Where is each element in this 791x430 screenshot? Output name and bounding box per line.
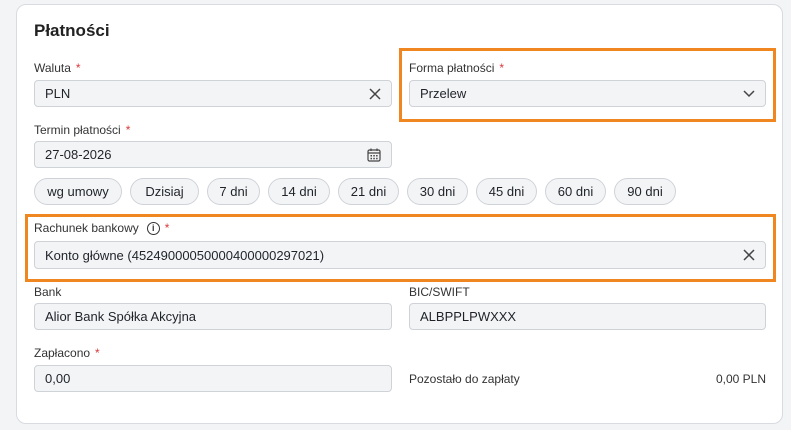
bic-label-text: BIC/SWIFT xyxy=(409,285,470,299)
payment-method-value: Przelew xyxy=(420,86,467,101)
currency-select[interactable]: PLN xyxy=(34,80,392,107)
bank-account-label-text: Rachunek bankowy xyxy=(34,221,139,235)
remaining-value: 0,00 PLN xyxy=(715,372,766,386)
due-date-label-text: Termin płatności xyxy=(34,123,121,137)
due-date-label: Termin płatności * xyxy=(34,123,130,137)
payment-method-label: Forma płatności * xyxy=(409,61,504,75)
required-mark: * xyxy=(164,221,170,235)
bank-label-text: Bank xyxy=(34,285,62,299)
payments-card: Płatności Waluta * PLN Forma płatności *… xyxy=(16,4,783,424)
chip-14-dni[interactable]: 14 dni xyxy=(268,178,330,205)
required-mark: * xyxy=(499,61,505,75)
bic-value: ALBPPLPWXXX xyxy=(420,309,517,324)
required-mark: * xyxy=(75,61,81,75)
paid-input[interactable]: 0,00 xyxy=(34,365,392,392)
bank-label: Bank xyxy=(34,285,61,299)
bank-account-select[interactable]: Konto główne (45249000050000400000297021… xyxy=(34,241,766,269)
bank-field: Alior Bank Spółka Akcyjna xyxy=(34,303,392,330)
chip-45-dni[interactable]: 45 dni xyxy=(476,178,537,205)
chip-7-dni[interactable]: 7 dni xyxy=(207,178,260,205)
bank-account-value: Konto główne (45249000050000400000297021… xyxy=(45,247,325,263)
remaining-label: Pozostało do zapłaty xyxy=(409,372,520,386)
paid-label-text: Zapłacono xyxy=(34,346,91,360)
required-mark: * xyxy=(95,346,100,360)
chip-21-dni[interactable]: 21 dni xyxy=(338,178,399,205)
clear-icon[interactable] xyxy=(369,87,381,100)
bic-label: BIC/SWIFT xyxy=(409,285,470,299)
clear-icon[interactable] xyxy=(743,249,755,261)
due-date-value: 27-08-2026 xyxy=(45,147,112,162)
due-date-input[interactable]: 27-08-2026 xyxy=(34,141,392,168)
currency-label: Waluta * xyxy=(34,61,81,75)
chevron-down-icon xyxy=(743,89,755,98)
quick-term-chips: wg umowy Dzisiaj 7 dni 14 dni 21 dni 30 … xyxy=(34,178,676,205)
chip-30-dni[interactable]: 30 dni xyxy=(407,178,468,205)
paid-value: 0,00 xyxy=(45,371,71,386)
payment-method-select[interactable]: Przelew xyxy=(409,80,766,107)
currency-label-text: Waluta xyxy=(34,61,71,75)
info-icon[interactable]: i xyxy=(146,221,160,235)
section-title: Płatności xyxy=(34,21,110,40)
currency-value: PLN xyxy=(45,86,71,101)
paid-label: Zapłacono * xyxy=(34,346,100,360)
chip-90-dni[interactable]: 90 dni xyxy=(614,178,676,205)
chip-dzisiaj[interactable]: Dzisiaj xyxy=(130,178,199,205)
bank-account-label: Rachunek bankowy i * xyxy=(34,221,169,235)
required-mark: * xyxy=(125,123,131,137)
chip-60-dni[interactable]: 60 dni xyxy=(545,178,606,205)
bank-value: Alior Bank Spółka Akcyjna xyxy=(45,309,197,324)
payment-method-label-text: Forma płatności xyxy=(409,61,495,75)
calendar-icon[interactable] xyxy=(367,148,381,162)
bic-field: ALBPPLPWXXX xyxy=(409,303,766,330)
chip-wg-umowy[interactable]: wg umowy xyxy=(34,178,122,205)
